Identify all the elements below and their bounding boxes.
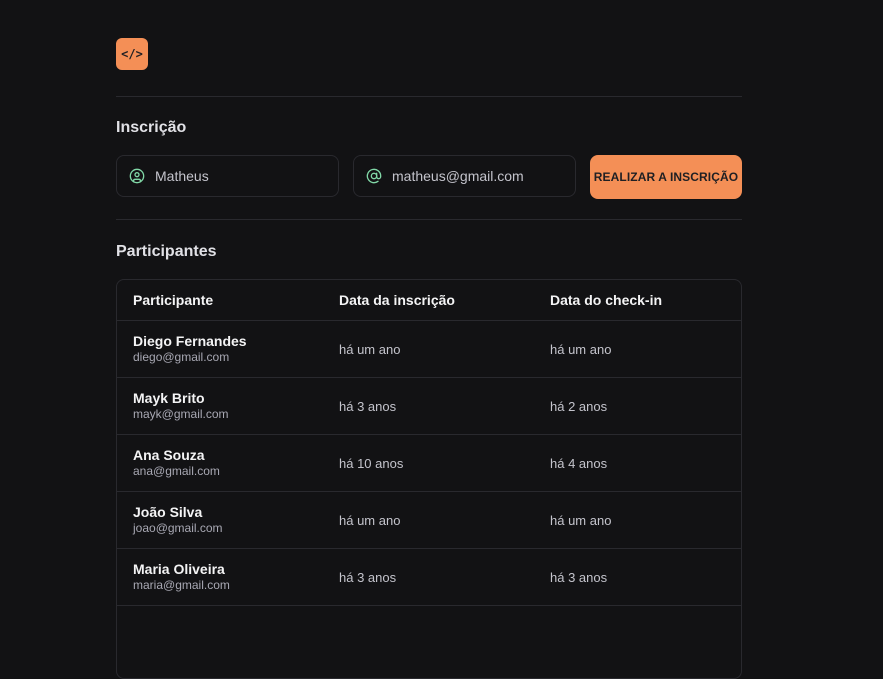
column-header-checkin-date: Data do check-in <box>534 280 741 321</box>
participant-cell: Diego Fernandes diego@gmail.com <box>117 320 323 378</box>
registration-date: há 3 anos <box>323 377 534 435</box>
table-row[interactable]: Mayk Brito mayk@gmail.com há 3 anos há 2… <box>117 377 741 435</box>
participant-name: Ana Souza <box>133 447 205 463</box>
participant-email: mayk@gmail.com <box>133 407 229 421</box>
email-input[interactable] <box>392 168 562 184</box>
participant-name: Mayk Brito <box>133 390 205 406</box>
user-circle-icon <box>129 168 145 184</box>
participant-email: maria@gmail.com <box>133 578 230 592</box>
name-field[interactable] <box>116 155 339 197</box>
checkin-date: há um ano <box>534 491 741 549</box>
column-header-registration-date: Data da inscrição <box>323 280 534 321</box>
checkin-date: há 4 anos <box>534 434 741 492</box>
registration-date: há 3 anos <box>323 548 534 606</box>
table-row[interactable]: Ana Souza ana@gmail.com há 10 anos há 4 … <box>117 434 741 492</box>
divider <box>116 96 742 97</box>
code-icon: </> <box>121 47 143 61</box>
divider <box>116 219 742 220</box>
email-field[interactable] <box>353 155 576 197</box>
name-input[interactable] <box>155 168 325 184</box>
table-row[interactable]: João Silva joao@gmail.com há um ano há u… <box>117 491 741 549</box>
participant-email: ana@gmail.com <box>133 464 220 478</box>
participant-email: joao@gmail.com <box>133 521 223 535</box>
table-row[interactable]: Diego Fernandes diego@gmail.com há um an… <box>117 320 741 378</box>
registration-title: Inscrição <box>116 119 187 136</box>
participant-name: Maria Oliveira <box>133 561 225 577</box>
checkin-date: há 3 anos <box>534 548 741 606</box>
column-header-participant: Participante <box>117 280 323 321</box>
at-sign-icon <box>366 168 382 184</box>
participant-name: Diego Fernandes <box>133 333 247 349</box>
logo: </> <box>116 38 148 70</box>
participants-title: Participantes <box>116 243 217 260</box>
registration-date: há 10 anos <box>323 434 534 492</box>
checkin-date: há um ano <box>534 320 741 378</box>
participant-email: diego@gmail.com <box>133 350 230 364</box>
participant-name: João Silva <box>133 504 203 520</box>
participant-cell: Maria Oliveira maria@gmail.com <box>117 548 323 606</box>
table-header-row: Participante Data da inscrição Data do c… <box>117 280 741 321</box>
participant-cell: Mayk Brito mayk@gmail.com <box>117 377 323 435</box>
participants-table: Participante Data da inscrição Data do c… <box>116 279 742 679</box>
submit-registration-button[interactable]: REALIZAR A INSCRIÇÃO <box>590 155 742 199</box>
registration-date: há um ano <box>323 320 534 378</box>
participant-cell: Ana Souza ana@gmail.com <box>117 434 323 492</box>
participant-cell: João Silva joao@gmail.com <box>117 491 323 549</box>
checkin-date: há 2 anos <box>534 377 741 435</box>
table-row[interactable]: Maria Oliveira maria@gmail.com há 3 anos… <box>117 548 741 606</box>
registration-date: há um ano <box>323 491 534 549</box>
